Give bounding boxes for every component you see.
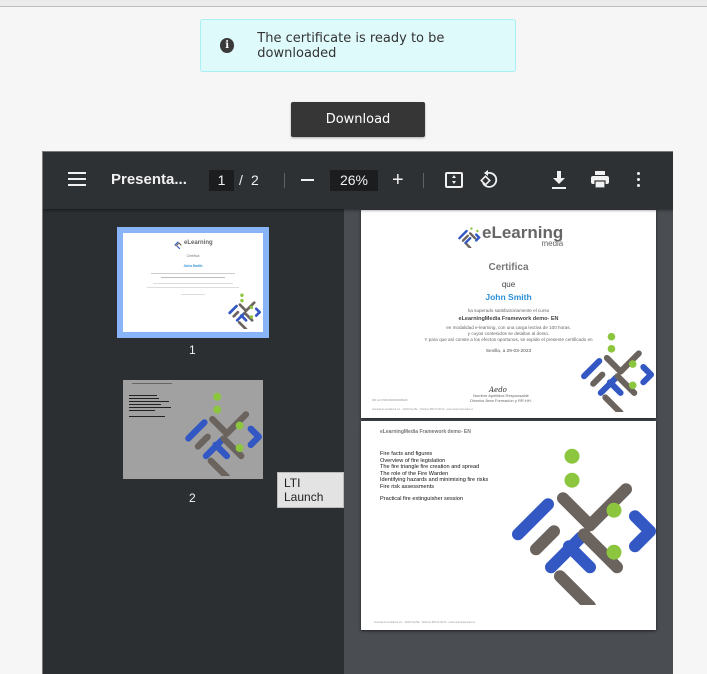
toolbar-divider (423, 173, 424, 188)
thumbnail-label-2: 2 (189, 491, 196, 505)
brand-bar (228, 304, 238, 315)
brand-dot (628, 360, 637, 368)
brand-dot (240, 298, 244, 303)
document-title: Presenta... (111, 171, 187, 188)
brand-bar (512, 498, 554, 541)
brand-bar (232, 310, 240, 318)
brand-dot (606, 502, 622, 518)
download-icon[interactable] (550, 170, 568, 190)
brand-bar (194, 433, 211, 450)
thumb-certifica: Certifica (186, 254, 200, 258)
certificate-line-1: ha superado satisfactoriamente el curso (467, 308, 550, 313)
topic-item: Identifying hazards and minimising fire … (380, 477, 489, 484)
download-button[interactable]: Download (291, 102, 425, 137)
logo-mark-icon (458, 226, 481, 248)
topic-item: Fire facts and figures (380, 451, 433, 457)
brand-dot (564, 472, 580, 488)
certificate-que: que (501, 280, 516, 289)
zoom-level-input[interactable]: 26% (330, 170, 378, 191)
brand-bar (606, 379, 624, 396)
recipient-name: John Smith (485, 292, 532, 302)
brand-dot (606, 544, 622, 560)
brand-bar (207, 457, 230, 476)
print-icon[interactable] (590, 171, 610, 189)
thumb-logo-text: eLearning (184, 240, 213, 246)
practical-session: Practical fire extinguisher session (380, 496, 464, 502)
brand-dot (249, 315, 254, 319)
brand-chevron (254, 307, 261, 317)
pdf-page-area[interactable]: eLearning media Certifica que John Smith… (344, 209, 673, 674)
thumbnail-page-2[interactable] (123, 380, 263, 479)
brand-bar (581, 357, 603, 380)
brand-chevron (247, 425, 262, 448)
info-alert: i The certificate is ready to be downloa… (200, 19, 516, 72)
tooltip: LTI Launch (277, 472, 344, 508)
alert-message: The certificate is ready to be downloade… (257, 30, 445, 61)
brand-dot (240, 293, 244, 297)
brand-bar (602, 394, 624, 412)
pdf-page-2: eLearningMedia Framework demo- EN Fire f… (361, 421, 656, 630)
certificate-heading: Certifica (488, 262, 529, 273)
zoom-out-icon[interactable] (301, 179, 314, 181)
director-title: Director Área Formación y RR.HH. (470, 398, 532, 403)
page2-header: eLearningMedia Framework demo- EN (380, 429, 471, 435)
thumb-name: John Smith (183, 264, 203, 268)
brand-dot (249, 305, 254, 310)
pdf-viewer: Presenta... 1 / 2 26% + eLearning Certif… (42, 151, 673, 674)
brand-dot (607, 332, 616, 341)
topic-item: The fire triangle fire creation and spre… (380, 464, 480, 471)
thumbnail-label-1: 1 (189, 343, 196, 357)
fit-to-page-icon[interactable] (445, 172, 463, 188)
topic-item: The role of the Fire Warden (380, 470, 449, 477)
menu-icon[interactable] (68, 172, 86, 186)
pdf-toolbar: Presenta... 1 / 2 26% + (43, 152, 673, 209)
thumbnail-sidebar: eLearning Certifica John Smith 1 2 LTI L… (43, 209, 344, 674)
brand-dot (628, 381, 637, 390)
thumb2-brand-graphic (185, 392, 262, 476)
brand-bar (554, 570, 596, 605)
thumb-brand-graphic (228, 293, 261, 329)
thumbnail-page-1[interactable]: eLearning Certifica John Smith (117, 227, 269, 338)
brand-graphic-page1 (581, 332, 654, 412)
brand-chevron (629, 510, 656, 553)
brand-bar (563, 540, 596, 574)
brand-bar (590, 371, 606, 387)
brand-bar (185, 419, 208, 442)
certificate-line-2: en modalidad e-learning, con una carga l… (446, 325, 571, 330)
brand-dot (213, 405, 222, 414)
top-divider (0, 0, 707, 7)
zoom-in-icon[interactable]: + (392, 170, 404, 190)
brand-dot (607, 345, 616, 353)
brand-chevron (640, 364, 654, 386)
brand-bar (530, 525, 560, 556)
brand-graphic-page2 (512, 448, 656, 605)
page-number-input[interactable]: 1 (209, 170, 234, 191)
brand-dot (213, 392, 222, 401)
page1-footer: Avenida de Andalucía s/n · 41000 Sevilla… (372, 408, 473, 411)
brand-bar (212, 441, 230, 460)
logo-word: eLearning (482, 223, 564, 242)
thumb-logo-mark (174, 241, 182, 249)
brand-dot (564, 448, 580, 464)
more-options-icon[interactable] (637, 172, 641, 188)
toolbar-divider (284, 173, 285, 188)
topic-list: Fire facts and figures Overview of fire … (380, 451, 488, 491)
course-name: eLearningMedia Framework demo- EN (458, 316, 559, 322)
page-separator: / (239, 172, 243, 188)
pdf-page-1: eLearning media Certifica que John Smith… (361, 210, 656, 418)
info-icon: i (220, 38, 235, 53)
topic-item: Overview of fire legislation (380, 457, 446, 464)
topic-item: Fire risk assessments (380, 483, 435, 490)
brand-bar (239, 314, 248, 322)
brand-bar (237, 321, 248, 329)
total-pages: 2 (251, 172, 259, 188)
brand-dot (235, 421, 244, 430)
rotate-icon[interactable] (479, 170, 499, 190)
certificate-code: ### ref.27###1890###f###8d## (372, 399, 408, 402)
page2-footer: Avenida de Andalucía s/n · 41000 Sevilla… (374, 621, 475, 624)
elearning-logo: eLearning media (457, 223, 564, 248)
brand-dot (235, 444, 244, 452)
